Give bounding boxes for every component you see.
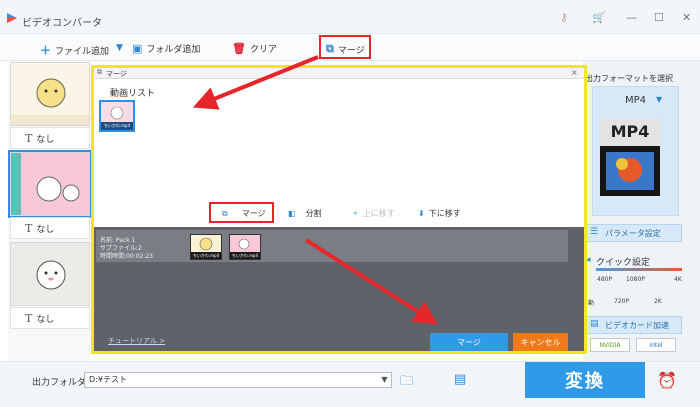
plus-icon: ＋ <box>40 44 51 57</box>
gpu-acceleration-button[interactable]: ビデオカード加速 <box>586 316 682 334</box>
key-icon[interactable]: ⚷ <box>560 11 568 24</box>
subtitle-label: なし <box>36 134 55 145</box>
subtitle-label: なし <box>36 314 55 325</box>
clip-caption: ちいかわ.mp4 <box>230 252 260 259</box>
cancel-button[interactable]: キャンセル <box>513 333 568 351</box>
merge-confirm-button[interactable]: マージ <box>430 333 508 351</box>
cart-icon[interactable]: 🛒 <box>592 11 606 24</box>
clip-caption: ちいかわ.mp4 <box>191 252 221 259</box>
pack-clip-thumbnail[interactable]: ちいかわ.mp4 <box>190 234 222 260</box>
video-list-thumbnail[interactable]: ちいかわ.mp4 <box>99 100 135 132</box>
output-folder-field[interactable]: D:¥テスト <box>84 372 392 388</box>
quality-slider[interactable] <box>596 268 682 271</box>
intel-badge[interactable]: intel <box>636 338 676 352</box>
output-format-header: 出力フォーマットを選択 <box>585 74 673 83</box>
quick-tick: 720P <box>614 298 630 305</box>
move-up-label: 上に移す <box>362 209 395 218</box>
app-title: ビデオコンバータ <box>22 18 102 29</box>
move-down-icon: ⬇ <box>418 209 425 218</box>
dialog-action-bar <box>94 202 584 224</box>
quick-tick: 4K <box>674 276 682 283</box>
open-output-folder-icon[interactable]: ▤ <box>454 372 466 387</box>
list-item[interactable]: T なし <box>10 217 90 239</box>
subtitle-icon: T <box>25 221 33 235</box>
dialog-merge-highlight <box>209 202 274 223</box>
quick-tick: 動 <box>588 300 595 307</box>
list-item[interactable]: T なし <box>10 307 90 329</box>
folder-plus-icon: ▣ <box>132 42 143 55</box>
quick-tick: 1080P <box>626 276 645 283</box>
add-file-label: ファイル追加 <box>55 46 110 57</box>
pack-duration: 時間時間:00:02:23 <box>100 253 153 260</box>
add-file-button[interactable]: ＋ ファイル追加 <box>40 42 109 58</box>
split-button[interactable]: ◧ 分割 <box>288 208 322 219</box>
list-item[interactable]: T なし <box>10 127 90 149</box>
close-button[interactable]: ✕ <box>682 11 691 24</box>
pack-clip-thumbnail[interactable]: ちいかわ.mp4 <box>229 234 261 260</box>
clear-label: クリア <box>249 45 277 55</box>
subtitle-icon: T <box>25 131 33 145</box>
move-up-icon: ✦ <box>352 209 359 218</box>
video-list-label: 動画リスト <box>110 89 156 99</box>
split-icon: ◧ <box>288 209 296 218</box>
video-thumbnail[interactable] <box>10 242 90 306</box>
settings-icon: ☰ <box>590 227 599 237</box>
app-logo-icon <box>6 12 18 24</box>
mp4-icon-label: MP4 <box>600 118 660 146</box>
move-down-label: 下に移す <box>428 209 461 218</box>
add-file-dropdown-icon[interactable]: ▼ <box>116 43 123 53</box>
add-folder-button[interactable]: ▣ フォルダ追加 <box>132 42 200 55</box>
thumbnail-caption: ちいかわ.mp4 <box>101 122 133 130</box>
folder-icon[interactable]: 🗀 <box>400 372 413 394</box>
output-folder-dropdown-icon[interactable]: ▼ <box>378 373 391 387</box>
subtitle-label: なし <box>36 224 55 235</box>
dialog-footer <box>94 333 584 351</box>
quick-settings-label: クイック設定 <box>596 258 651 268</box>
tutorial-link[interactable]: チュートリアル > <box>108 336 165 346</box>
video-thumbnail[interactable] <box>10 62 90 126</box>
dialog-title: マージ <box>106 70 127 78</box>
move-down-button[interactable]: ⬇ 下に移す <box>418 208 461 219</box>
gpu-acceleration-label: ビデオカード加速 <box>605 320 669 330</box>
merge-dialog-icon: ⧉ <box>97 68 102 76</box>
alarm-clock-icon[interactable]: ⏰ <box>657 371 677 390</box>
parameter-settings-label: パラメータ設定 <box>605 228 661 238</box>
gpu-icon: ▤ <box>590 319 599 329</box>
move-up-button[interactable]: ✦ 上に移す <box>352 208 395 219</box>
subtitle-icon: T <box>25 311 33 325</box>
chevron-down-icon[interactable]: ▼ <box>656 95 662 104</box>
split-label: 分割 <box>305 209 322 218</box>
parameter-settings-button[interactable]: パラメータ設定 <box>586 224 682 242</box>
dialog-close-icon[interactable]: × <box>571 68 578 77</box>
add-folder-label: フォルダ追加 <box>146 45 201 55</box>
nvidia-badge[interactable]: NVIDIA <box>590 338 630 352</box>
format-name: MP4 <box>624 95 647 106</box>
video-thumbnail[interactable] <box>8 150 92 218</box>
pack-row[interactable] <box>96 230 568 262</box>
quick-tick: 2K <box>654 298 662 305</box>
toolbar-merge-highlight <box>319 35 371 59</box>
convert-button[interactable]: 変換 <box>525 362 645 398</box>
quick-tick: 480P <box>597 276 613 283</box>
maximize-button[interactable]: ☐ <box>654 11 664 24</box>
dialog-title-bar <box>94 68 584 79</box>
minimize-button[interactable]: — <box>626 11 637 24</box>
trash-icon: 🗑 <box>232 42 246 55</box>
clear-button[interactable]: 🗑 クリア <box>232 42 277 55</box>
